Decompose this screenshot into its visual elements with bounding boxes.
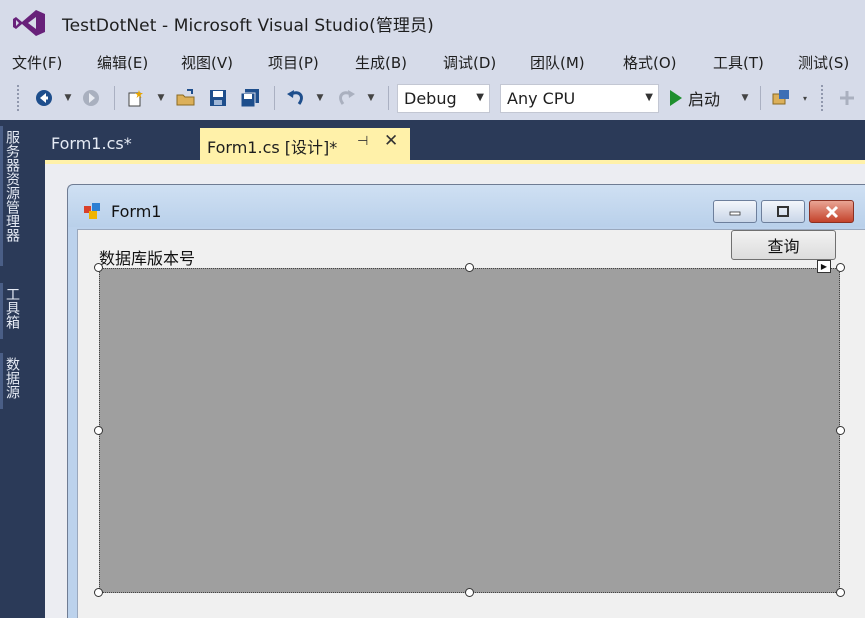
solution-platform-value: Any CPU bbox=[507, 89, 576, 108]
side-tab-label: 服务器资源管理器 bbox=[4, 130, 20, 242]
left-tool-window-strip: 服务器资源管理器 工具箱 数据源 bbox=[0, 120, 45, 618]
tab-form1-design[interactable]: Form1.cs [设计]* ⊣ ✕ bbox=[200, 128, 410, 160]
side-tab-label: 工具箱 bbox=[4, 287, 20, 329]
maximize-button[interactable] bbox=[761, 200, 805, 223]
tab-label: Form1.cs* bbox=[51, 134, 132, 153]
start-dropdown-icon[interactable]: ▼ bbox=[740, 87, 750, 109]
query-button[interactable]: 查询 bbox=[731, 230, 836, 260]
resize-handle-bottom-left[interactable] bbox=[94, 588, 103, 597]
side-tab-server-explorer[interactable]: 服务器资源管理器 bbox=[4, 130, 28, 242]
toolbar-overflow-icon[interactable]: ▾ bbox=[800, 87, 810, 109]
side-tab-data-sources[interactable]: 数据源 bbox=[4, 357, 28, 399]
toolbar-separator bbox=[274, 86, 275, 110]
menu-file[interactable]: 文件(F) bbox=[12, 52, 62, 73]
open-file-icon[interactable] bbox=[175, 87, 197, 109]
visual-studio-logo-icon bbox=[13, 10, 45, 36]
menu-format[interactable]: 格式(O) bbox=[623, 52, 677, 73]
database-version-label: 数据库版本号 bbox=[99, 249, 196, 268]
resize-handle-top-right[interactable] bbox=[836, 263, 845, 272]
start-debugging-button[interactable]: 启动 bbox=[670, 87, 720, 109]
solution-configuration-value: Debug bbox=[404, 89, 457, 108]
data-grid-view[interactable] bbox=[99, 268, 840, 593]
resize-handle-top[interactable] bbox=[465, 263, 474, 272]
resize-handle-top-left[interactable] bbox=[94, 263, 103, 272]
menu-edit[interactable]: 编辑(E) bbox=[97, 52, 148, 73]
tab-form1-code[interactable]: Form1.cs* bbox=[45, 128, 197, 160]
close-icon bbox=[825, 205, 838, 218]
title-bar: TestDotNet - Microsoft Visual Studio(管理员… bbox=[0, 0, 865, 46]
start-label: 启动 bbox=[688, 90, 721, 109]
toolbar-separator bbox=[760, 86, 761, 110]
smart-tag-arrow-icon[interactable]: ▶ bbox=[817, 260, 831, 273]
side-tab-toolbox[interactable]: 工具箱 bbox=[4, 287, 28, 329]
navigate-back-dropdown-icon[interactable]: ▼ bbox=[63, 87, 73, 109]
undo-dropdown-icon[interactable]: ▼ bbox=[315, 87, 325, 109]
resize-handle-bottom-right[interactable] bbox=[836, 588, 845, 597]
pin-icon[interactable]: ⊣ bbox=[357, 134, 368, 149]
minimize-button[interactable] bbox=[713, 200, 757, 223]
form-window-icon bbox=[84, 203, 100, 219]
standard-toolbar: ▼ ▼ ▼ ▼ Debug ▼ Any CPU ▼ 启动 ▼ ▾ bbox=[0, 78, 865, 118]
toolbar-separator bbox=[388, 86, 389, 110]
new-project-dropdown-icon[interactable]: ▼ bbox=[156, 87, 166, 109]
chevron-down-icon: ▼ bbox=[476, 92, 484, 103]
resize-handle-right[interactable] bbox=[836, 426, 845, 435]
minimize-icon bbox=[729, 211, 741, 215]
save-icon[interactable] bbox=[207, 87, 229, 109]
navigate-back-icon[interactable] bbox=[33, 87, 55, 109]
navigate-forward-icon[interactable] bbox=[80, 87, 102, 109]
side-tab-indicator bbox=[0, 126, 3, 266]
side-tab-indicator bbox=[0, 353, 3, 409]
toolbar-separator bbox=[114, 86, 115, 110]
menu-build[interactable]: 生成(B) bbox=[355, 52, 407, 73]
toolbar-grip[interactable] bbox=[16, 84, 20, 112]
menu-tools[interactable]: 工具(T) bbox=[713, 52, 764, 73]
menu-debug[interactable]: 调试(D) bbox=[443, 52, 496, 73]
form-title-bar[interactable]: Form1 bbox=[68, 185, 865, 229]
menu-test[interactable]: 测试(S) bbox=[798, 52, 849, 73]
menu-project[interactable]: 项目(P) bbox=[268, 52, 319, 73]
query-button-label: 查询 bbox=[767, 237, 800, 256]
solution-platform-select[interactable]: Any CPU ▼ bbox=[500, 84, 659, 113]
side-tab-label: 数据源 bbox=[4, 357, 20, 399]
window-title: TestDotNet - Microsoft Visual Studio(管理员… bbox=[62, 16, 434, 36]
close-icon[interactable]: ✕ bbox=[384, 131, 398, 151]
find-in-files-icon[interactable] bbox=[770, 87, 792, 109]
menu-team[interactable]: 团队(M) bbox=[530, 52, 585, 73]
close-window-button[interactable] bbox=[809, 200, 854, 223]
toolbar-grip[interactable] bbox=[820, 84, 824, 112]
menu-view[interactable]: 视图(V) bbox=[181, 52, 233, 73]
save-all-icon[interactable] bbox=[239, 87, 261, 109]
resize-handle-bottom[interactable] bbox=[465, 588, 474, 597]
redo-icon[interactable] bbox=[335, 87, 357, 109]
menu-bar: 文件(F) 编辑(E) 视图(V) 项目(P) 生成(B) 调试(D) 团队(M… bbox=[0, 46, 865, 76]
side-tab-indicator bbox=[0, 283, 3, 339]
tab-label: Form1.cs [设计]* bbox=[207, 138, 338, 157]
add-toolbar-icon[interactable] bbox=[836, 87, 858, 109]
document-tab-strip: Form1.cs* bbox=[45, 120, 865, 160]
new-project-icon[interactable] bbox=[125, 87, 147, 109]
chevron-down-icon: ▼ bbox=[645, 92, 653, 103]
maximize-icon bbox=[777, 205, 789, 217]
resize-handle-left[interactable] bbox=[94, 426, 103, 435]
undo-icon[interactable] bbox=[285, 87, 307, 109]
solution-configuration-select[interactable]: Debug ▼ bbox=[397, 84, 490, 113]
form-title: Form1 bbox=[111, 202, 162, 221]
redo-dropdown-icon[interactable]: ▼ bbox=[366, 87, 376, 109]
play-icon bbox=[670, 90, 682, 106]
